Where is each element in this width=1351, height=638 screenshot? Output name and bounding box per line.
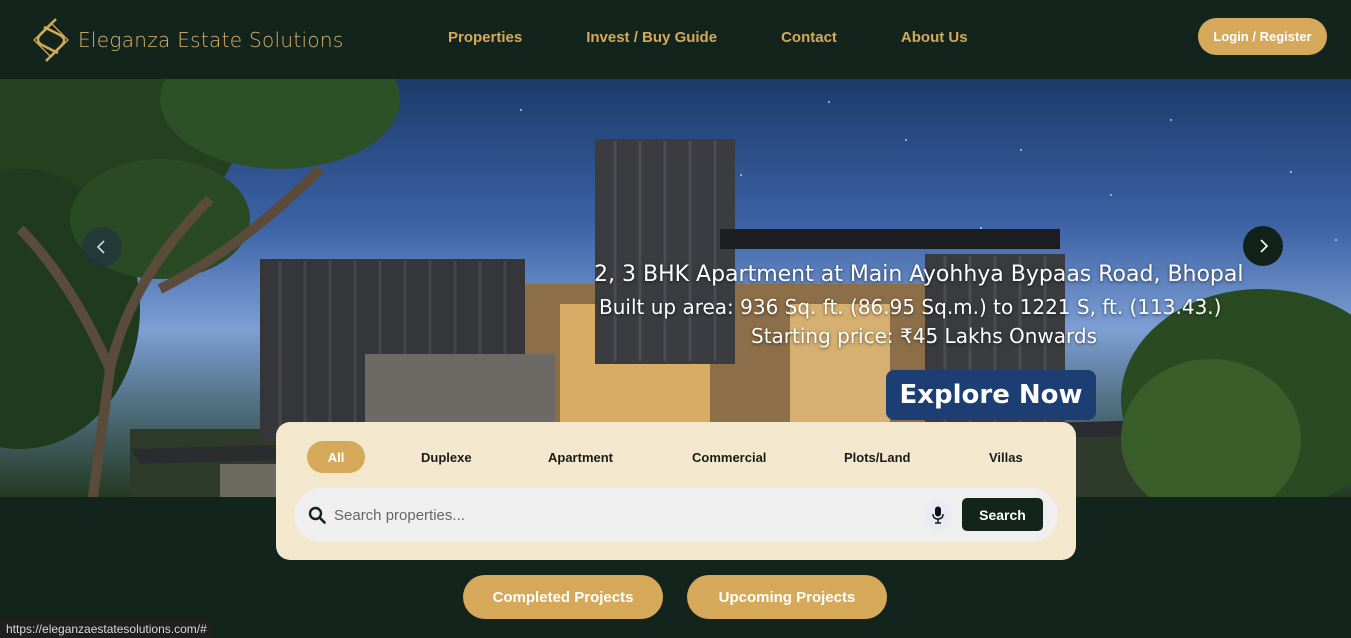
completed-projects-button[interactable]: Completed Projects — [463, 575, 663, 619]
carousel-prev-button[interactable] — [82, 227, 122, 267]
hero-price: Starting price: ₹45 Lakhs Onwards — [751, 324, 1097, 348]
chevron-left-icon — [96, 240, 105, 254]
upcoming-projects-button[interactable]: Upcoming Projects — [687, 575, 887, 619]
carousel-next-button[interactable] — [1243, 226, 1283, 266]
search-icon — [308, 506, 326, 524]
status-bar-url: https://eleganzaestatesolutions.com/# — [0, 620, 213, 638]
tab-plots-land[interactable]: Plots/Land — [844, 441, 910, 473]
search-button[interactable]: Search — [962, 498, 1043, 531]
property-search-panel: All Duplexe Apartment Commercial Plots/L… — [276, 422, 1076, 560]
tree-illustration — [1121, 289, 1351, 497]
search-input[interactable] — [334, 500, 894, 530]
main-nav: Properties Invest / Buy Guide Contact Ab… — [448, 29, 1032, 46]
s-monogram-icon — [33, 18, 69, 62]
tab-apartment[interactable]: Apartment — [548, 441, 613, 473]
brand-logo[interactable]: Eleganza Estate Solutions — [32, 15, 344, 65]
property-type-tabs: All Duplexe Apartment Commercial Plots/L… — [306, 441, 1046, 473]
hero-title: 2, 3 BHK Apartment at Main Ayohhya Bypaa… — [594, 262, 1244, 287]
brand-name: Eleganza Estate Solutions — [78, 28, 344, 52]
tab-all[interactable]: All — [307, 441, 365, 473]
search-bar: Search — [294, 488, 1058, 542]
tab-villas[interactable]: Villas — [989, 441, 1023, 473]
hero-area: Built up area: 936 Sq. ft. (86.95 Sq.m.)… — [599, 295, 1222, 319]
chevron-right-icon — [1260, 239, 1269, 253]
nav-about-us[interactable]: About Us — [901, 29, 968, 46]
site-header: Eleganza Estate Solutions Properties Inv… — [0, 0, 1351, 79]
tab-duplexe[interactable]: Duplexe — [421, 441, 472, 473]
explore-now-button[interactable]: Explore Now — [886, 370, 1096, 420]
login-register-button[interactable]: Login / Register — [1198, 18, 1327, 55]
microphone-icon — [932, 506, 944, 524]
nav-invest-buy-guide[interactable]: Invest / Buy Guide — [586, 29, 717, 46]
nav-contact[interactable]: Contact — [781, 29, 837, 46]
tab-commercial[interactable]: Commercial — [692, 441, 766, 473]
nav-properties[interactable]: Properties — [448, 29, 522, 46]
voice-search-button[interactable] — [925, 500, 951, 530]
